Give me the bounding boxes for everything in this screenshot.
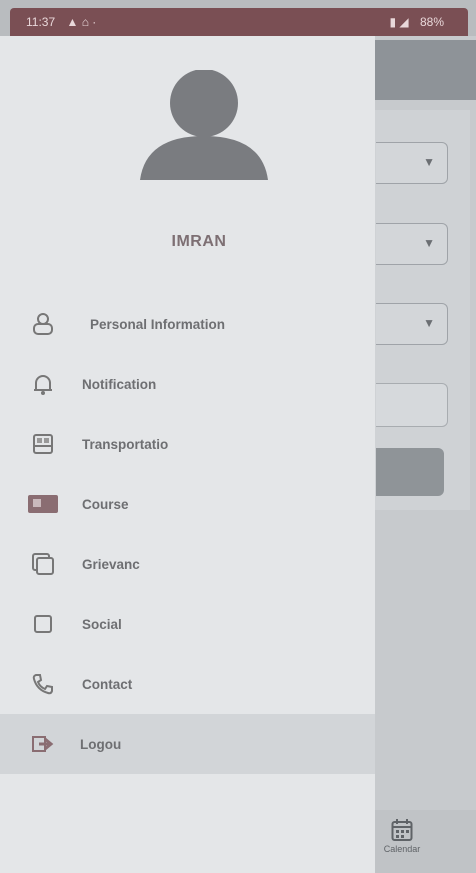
- profile-header: IMRAN: [0, 36, 375, 306]
- status-bar: 11:37 ▲ ⌂ · ▮ ◢ 88%: [10, 8, 468, 36]
- menu-item-label: Transportatio: [82, 436, 169, 452]
- background-dropdown-3[interactable]: ▼: [376, 303, 448, 345]
- tab-calendar[interactable]: Calendar: [372, 818, 432, 854]
- chevron-down-icon: ▼: [423, 155, 435, 169]
- menu-item-label: Contact: [82, 676, 133, 692]
- copy-icon: [26, 552, 60, 576]
- menu-item-label: Grievanc: [82, 556, 140, 572]
- menu-item-label: Course: [82, 496, 129, 512]
- background-text-field[interactable]: [376, 383, 448, 427]
- menu-item-personal-information[interactable]: Personal Information: [0, 294, 375, 354]
- notification-icons: ▲ ⌂ ·: [66, 15, 97, 29]
- menu-item-label: Notification: [82, 376, 157, 392]
- menu-item-notification[interactable]: Notification: [0, 354, 375, 414]
- signal-icon: ▮ ◢: [389, 15, 409, 29]
- chevron-down-icon: ▼: [423, 316, 435, 330]
- menu-item-contact[interactable]: Contact: [0, 654, 375, 714]
- logout-icon: [26, 732, 60, 756]
- status-time: 11:37: [26, 15, 56, 29]
- status-left: 11:37 ▲ ⌂ ·: [26, 15, 104, 29]
- menu-item-grievance[interactable]: Grievanc: [0, 534, 375, 594]
- user-name: IMRAN: [171, 233, 227, 250]
- navigation-drawer: IMRAN Personal Information Notification …: [0, 36, 375, 873]
- square-icon: [26, 612, 60, 636]
- status-right: ▮ ◢ 88%: [389, 15, 452, 29]
- menu-item-transportation[interactable]: Transportatio: [0, 414, 375, 474]
- menu-item-course[interactable]: Course: [0, 474, 375, 534]
- bell-icon: [26, 372, 60, 396]
- background-dropdown-1[interactable]: ▼: [376, 142, 448, 184]
- background-toolbar: [375, 40, 476, 100]
- user-icon: [26, 312, 60, 336]
- battery-level: 88%: [419, 15, 444, 29]
- drawer-menu: Personal Information Notification Transp…: [0, 294, 375, 774]
- menu-item-logout[interactable]: Logou: [0, 714, 375, 774]
- menu-item-label: Personal Information: [90, 316, 226, 332]
- menu-item-label: Logou: [80, 736, 122, 752]
- bus-icon: [26, 432, 60, 456]
- menu-item-social[interactable]: Social: [0, 594, 375, 654]
- course-icon: [26, 492, 60, 516]
- background-submit-button[interactable]: [376, 448, 444, 496]
- menu-item-label: Social: [82, 616, 122, 632]
- chevron-down-icon: ▼: [423, 236, 435, 250]
- avatar-icon: [140, 70, 268, 180]
- calendar-icon: [391, 819, 413, 841]
- calendar-tab-label: Calendar: [383, 844, 421, 854]
- phone-icon: [26, 672, 60, 696]
